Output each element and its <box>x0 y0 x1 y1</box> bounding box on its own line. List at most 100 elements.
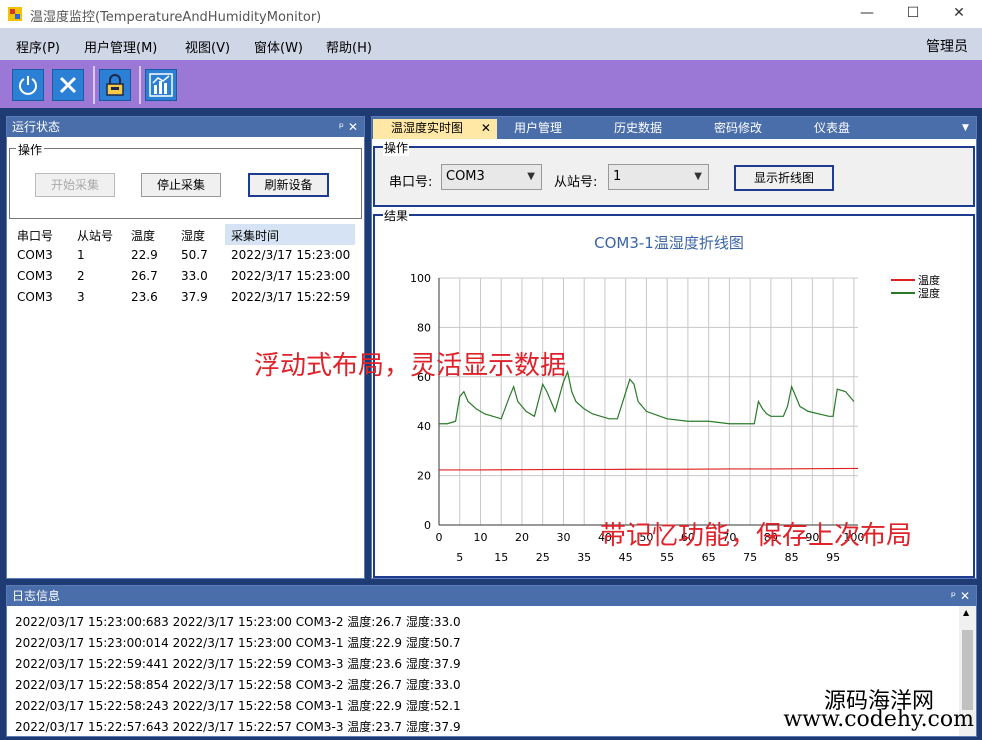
cell-port: COM3 <box>17 248 53 262</box>
x-tick-label: 0 <box>436 531 443 544</box>
column-header[interactable]: 采集时间 <box>231 227 279 244</box>
cell-slave: 1 <box>77 248 85 262</box>
menu-user-management[interactable]: 用户管理(M) <box>84 37 157 56</box>
tab-close-icon[interactable]: ✕ <box>481 121 491 135</box>
minimize-button[interactable]: — <box>844 0 890 28</box>
cell-port: COM3 <box>17 269 53 283</box>
menu-view[interactable]: 视图(V) <box>185 37 230 56</box>
port-label: 串口号: <box>389 175 433 190</box>
watermark-url: www.codehy.com <box>783 707 974 732</box>
menu-program[interactable]: 程序(P) <box>16 37 60 56</box>
tab-realtime-chart[interactable]: 温湿度实时图 ✕ <box>373 119 497 139</box>
x-tick-label: 10 <box>473 531 487 544</box>
pin-icon[interactable]: ᵖ <box>951 586 956 606</box>
annotation-floating-layout: 浮动式布局，灵活显示数据 <box>254 351 567 381</box>
tab-overflow-icon[interactable]: ▼ <box>962 119 969 139</box>
lock-icon <box>106 74 124 96</box>
start-collect-button[interactable]: 开始采集 <box>35 173 115 197</box>
run-status-title: 运行状态 <box>12 120 61 134</box>
stop-button[interactable] <box>52 69 84 101</box>
window-title: 温湿度监控(TemperatureAndHumidityMonitor) <box>30 10 322 25</box>
cell-time: 2022/3/17 15:23:00 <box>231 248 351 262</box>
x-tick-label: 15 <box>494 551 508 564</box>
power-button[interactable] <box>12 69 44 101</box>
table-row[interactable]: COM3 2 26.7 33.0 2022/3/17 15:23:00 <box>15 266 360 287</box>
cell-port: COM3 <box>17 290 53 304</box>
cell-slave: 3 <box>77 290 85 304</box>
menu-window[interactable]: 窗体(W) <box>254 37 303 56</box>
power-icon <box>19 76 37 95</box>
show-line-chart-button[interactable]: 显示折线图 <box>734 165 834 191</box>
x-tick-label: 45 <box>619 551 633 564</box>
toolbar-separator <box>139 66 141 104</box>
tab-user-management[interactable]: 用户管理 <box>514 119 562 139</box>
log-line: 2022/03/17 15:23:00:683 2022/3/17 15:23:… <box>15 615 461 629</box>
temperature-series-line <box>439 467 859 471</box>
x-tick-label: 95 <box>826 551 840 564</box>
maximize-button[interactable]: ☐ <box>890 0 936 28</box>
close-panel-icon[interactable]: ✕ <box>348 117 358 137</box>
cell-time: 2022/3/17 15:23:00 <box>231 269 351 283</box>
slave-label: 从站号: <box>554 175 598 190</box>
close-x-icon <box>59 76 77 94</box>
scroll-up-icon[interactable]: ▲ <box>963 608 969 617</box>
y-tick-label: 100 <box>410 272 431 285</box>
table-row[interactable]: COM3 1 22.9 50.7 2022/3/17 15:23:00 <box>15 245 360 266</box>
operation-group-label: 操作 <box>16 141 45 158</box>
cell-temperature: 22.9 <box>131 248 158 262</box>
cell-slave: 2 <box>77 269 85 283</box>
lock-button[interactable] <box>99 69 131 101</box>
x-tick-label: 55 <box>660 551 674 564</box>
table-header: 串口号 从站号 温度 湿度 采集时间 <box>15 224 360 245</box>
port-select[interactable]: COM3 ▼ <box>441 164 542 190</box>
x-tick-label: 75 <box>743 551 757 564</box>
column-header[interactable]: 湿度 <box>181 227 205 244</box>
log-line: 2022/03/17 15:23:00:014 2022/3/17 15:23:… <box>15 636 461 650</box>
current-user-role: 管理员 <box>926 39 968 55</box>
x-tick-label: 30 <box>556 531 570 544</box>
table-row[interactable]: COM3 3 23.6 37.9 2022/3/17 15:22:59 <box>15 287 360 308</box>
operation-group: 操作 开始采集 停止采集 刷新设备 <box>9 141 362 219</box>
tab-history-data[interactable]: 历史数据 <box>614 119 662 139</box>
cell-temperature: 23.6 <box>131 290 158 304</box>
log-line: 2022/03/17 15:22:59:441 2022/3/17 15:22:… <box>15 657 461 671</box>
x-tick-label: 85 <box>785 551 799 564</box>
stop-collect-button[interactable]: 停止采集 <box>141 173 221 197</box>
close-window-button[interactable]: ✕ <box>936 0 982 28</box>
port-select-value: COM3 <box>446 169 485 184</box>
toolbar-separator <box>93 66 95 104</box>
tab-dashboard[interactable]: 仪表盘 <box>814 119 850 139</box>
log-title: 日志信息 <box>12 589 61 603</box>
column-header[interactable]: 从站号 <box>77 227 113 244</box>
scroll-thumb[interactable] <box>962 630 973 710</box>
slave-select-value: 1 <box>613 169 622 184</box>
pin-icon[interactable]: ᵖ <box>339 117 344 137</box>
app-icon <box>8 7 22 21</box>
tab-label: 温湿度实时图 <box>391 121 464 135</box>
operation-section-label: 操作 <box>383 139 410 156</box>
chevron-down-icon: ▼ <box>527 171 535 182</box>
y-tick-label: 40 <box>417 420 431 433</box>
close-panel-icon[interactable]: ✕ <box>960 586 970 606</box>
column-header[interactable]: 串口号 <box>17 227 53 244</box>
result-section-label: 结果 <box>383 207 410 224</box>
tab-password-change[interactable]: 密码修改 <box>714 119 762 139</box>
cell-humidity: 50.7 <box>181 248 208 262</box>
y-tick-label: 20 <box>417 470 431 483</box>
log-line: 2022/03/17 15:22:58:243 2022/3/17 15:22:… <box>15 699 461 713</box>
chevron-down-icon: ▼ <box>694 171 702 182</box>
log-header: 日志信息 ᵖ ✕ <box>7 586 976 606</box>
cell-temperature: 26.7 <box>131 269 158 283</box>
x-tick-label: 65 <box>702 551 716 564</box>
chart-button[interactable] <box>145 69 177 101</box>
legend-label: 温度 <box>918 273 940 287</box>
menu-help[interactable]: 帮助(H) <box>326 37 372 56</box>
y-tick-label: 80 <box>417 321 431 334</box>
slave-select[interactable]: 1 ▼ <box>608 164 709 190</box>
x-tick-label: 5 <box>456 551 463 564</box>
tab-strip: 温湿度实时图 ✕ 用户管理 历史数据 密码修改 仪表盘 ▼ <box>372 117 976 139</box>
title-bar: 温湿度监控(TemperatureAndHumidityMonitor) — ☐… <box>0 0 982 28</box>
column-header[interactable]: 温度 <box>131 227 155 244</box>
x-tick-label: 35 <box>577 551 591 564</box>
refresh-device-button[interactable]: 刷新设备 <box>248 173 329 197</box>
